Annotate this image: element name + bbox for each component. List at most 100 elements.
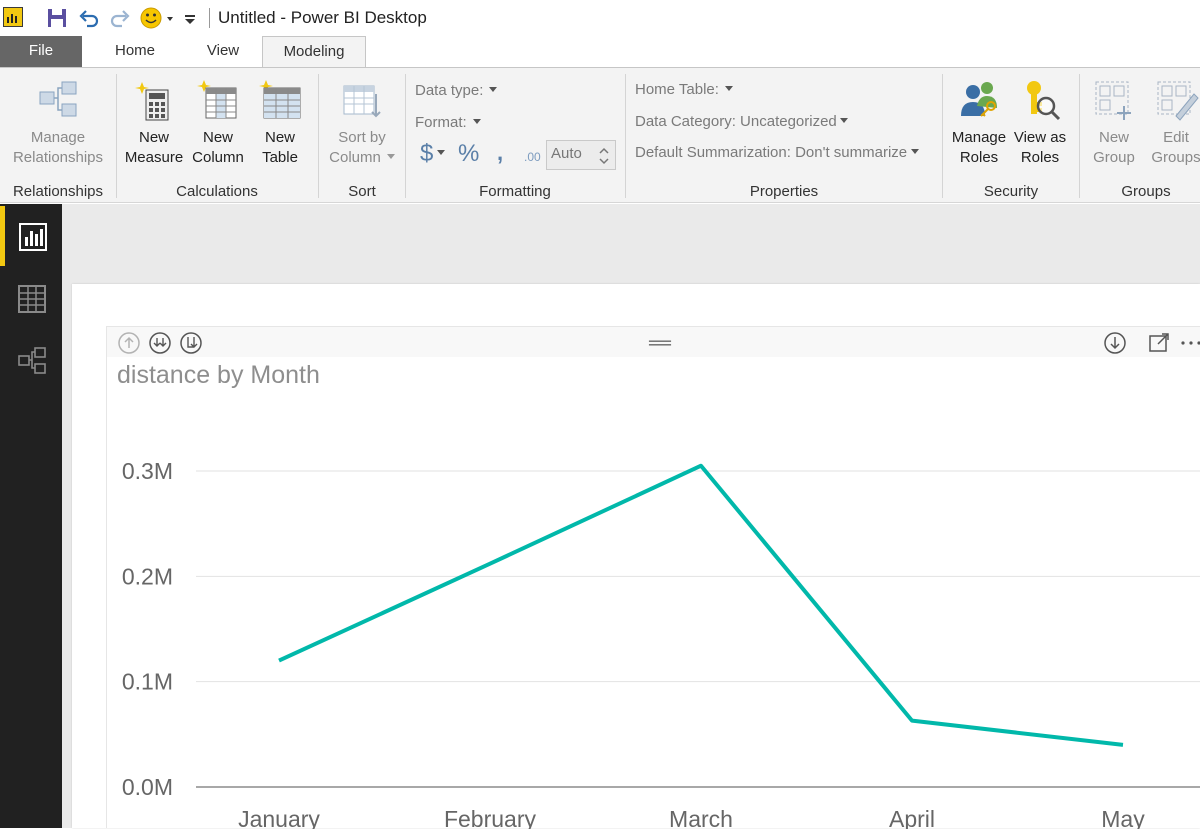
new-group-label-1: New: [1098, 129, 1129, 146]
x-tick-label: April: [889, 806, 935, 829]
nav-relationships-view[interactable]: [0, 330, 62, 390]
new-table-label-1: New: [264, 129, 295, 146]
sort-by-label-1: Sort by: [338, 129, 386, 146]
manage-relationships-label-1: Manage: [30, 129, 86, 146]
save-icon[interactable]: [45, 6, 69, 30]
percent-button[interactable]: %: [458, 140, 479, 168]
report-page[interactable]: distance by Month 0.0M 0.1M 0.2M 0.3M Januar…: [72, 284, 1200, 829]
line-chart-visual[interactable]: distance by Month 0.0M 0.1M 0.2M 0.3M Januar…: [106, 326, 1200, 829]
edit-groups-icon: [1157, 81, 1199, 121]
new-group-button[interactable]: New Group: [1086, 76, 1142, 168]
new-group-icon: [1095, 81, 1131, 120]
group-groups: New Group Edit Groups Groups: [1080, 68, 1200, 204]
new-group-label-2: Group: [1093, 149, 1135, 166]
data-category-dropdown[interactable]: Data Category: Uncategorized: [635, 113, 848, 130]
manage-roles-label-2: Roles: [959, 149, 999, 166]
x-tick-label: March: [669, 806, 733, 829]
series-line[interactable]: [278, 463, 1124, 747]
report-canvas: distance by Month 0.0M 0.1M 0.2M 0.3M Januar…: [62, 204, 1200, 829]
comma-button[interactable]: ,: [497, 140, 503, 166]
manage-roles-label-1: Manage: [951, 129, 1007, 146]
data-point[interactable]: [906, 715, 918, 727]
manage-relationships-button[interactable]: Manage Relationships: [8, 76, 108, 168]
decimal-places-stepper[interactable]: Auto: [546, 140, 616, 170]
feedback-smiley-icon[interactable]: [140, 6, 176, 30]
edit-groups-label-1: Edit: [1163, 129, 1189, 146]
new-column-label-2: Column: [192, 149, 244, 166]
y-tick-label: 0.2M: [122, 563, 173, 589]
data-point[interactable]: [1117, 739, 1129, 751]
line-chart: 0.0M 0.1M 0.2M 0.3M January February March Apri…: [122, 458, 1200, 829]
edit-groups-label-2: Groups: [1151, 149, 1200, 166]
group-label-sort: Sort: [348, 183, 376, 200]
customize-toolbar-icon[interactable]: [180, 6, 200, 30]
sort-by-label-2: Column: [323, 148, 401, 168]
new-measure-label-1: New: [138, 129, 169, 146]
sort-by-column-icon: [343, 85, 381, 118]
title-separator: [209, 8, 210, 28]
tab-file[interactable]: File: [0, 36, 82, 68]
data-point[interactable]: [695, 460, 707, 472]
data-type-dropdown[interactable]: Data type:: [415, 82, 498, 99]
relationships-view-icon: [18, 347, 46, 374]
nav-report-view[interactable]: [0, 206, 62, 266]
group-label-properties: Properties: [749, 183, 819, 200]
home-table-dropdown[interactable]: Home Table:: [635, 81, 733, 98]
group-label-calculations: Calculations: [176, 183, 258, 200]
tab-view[interactable]: View: [190, 36, 256, 68]
manage-roles-button[interactable]: Manage Roles: [947, 76, 1011, 168]
data-point[interactable]: [273, 655, 285, 667]
window-title: Untitled - Power BI Desktop: [218, 8, 427, 27]
power-bi-logo-icon: [3, 7, 23, 27]
manage-relationships-label-2: Relationships: [12, 149, 104, 166]
relationships-icon: [39, 81, 77, 117]
new-column-icon: [197, 80, 237, 119]
group-relationships: Manage Relationships Relationships: [0, 68, 116, 204]
view-as-roles-label-2: Roles: [1020, 149, 1060, 166]
x-tick-label: February: [444, 806, 537, 829]
data-view-icon: [18, 285, 46, 313]
currency-button[interactable]: $: [420, 140, 446, 168]
x-tick-label: January: [238, 806, 320, 829]
title-bar: Untitled - Power BI Desktop: [0, 0, 1200, 36]
new-measure-label-2: Measure: [124, 149, 184, 166]
new-measure-button[interactable]: New Measure: [121, 76, 187, 168]
calculator-icon: [135, 82, 169, 121]
decimal-places-value: Auto: [551, 145, 582, 162]
new-table-icon: [259, 80, 301, 119]
nav-data-view[interactable]: [0, 268, 62, 328]
edit-groups-button[interactable]: Edit Groups: [1148, 76, 1200, 168]
ribbon-tabs: File Home View Modeling: [0, 36, 1200, 69]
view-as-roles-icon: [1027, 81, 1061, 121]
undo-icon[interactable]: [77, 6, 101, 30]
view-as-roles-button[interactable]: View as Roles: [1011, 76, 1069, 168]
tab-modeling[interactable]: Modeling: [262, 36, 366, 69]
tab-home[interactable]: Home: [96, 36, 174, 68]
format-dropdown[interactable]: Format:: [415, 114, 481, 131]
decimal-places-icon[interactable]: .00: [524, 150, 541, 164]
default-summarization-dropdown[interactable]: Default Summarization: Don't summarize: [635, 144, 920, 161]
report-view-icon: [19, 223, 47, 251]
new-table-label-2: Table: [262, 149, 298, 166]
x-tick-label: May: [1101, 806, 1145, 829]
group-label-groups: Groups: [1121, 183, 1171, 200]
group-label-formatting: Formatting: [479, 183, 551, 200]
group-calculations: New Measure New Column New Table Calcula…: [117, 68, 317, 204]
y-tick-label: 0.3M: [122, 458, 173, 484]
view-as-roles-label-1: View as: [1013, 129, 1067, 146]
new-column-button[interactable]: New Column: [187, 76, 249, 168]
y-tick-label: 0.1M: [122, 669, 173, 695]
redo-icon[interactable]: [108, 6, 132, 30]
stepper-arrows-icon[interactable]: [599, 147, 609, 165]
group-security: Manage Roles View as Roles Security: [943, 68, 1079, 204]
new-column-label-1: New: [202, 129, 233, 146]
group-label-relationships: Relationships: [12, 183, 104, 200]
manage-roles-icon: [961, 82, 997, 117]
group-label-security: Security: [983, 183, 1039, 200]
ribbon: Manage Relationships Relationships New M…: [0, 67, 1200, 203]
sort-by-column-button[interactable]: Sort by Column: [323, 76, 401, 168]
new-table-button[interactable]: New Table: [251, 76, 309, 168]
left-nav: [0, 204, 62, 828]
group-formatting: Data type: Format: $ % , .00 Auto Format…: [406, 68, 624, 204]
data-point[interactable]: [484, 558, 496, 570]
